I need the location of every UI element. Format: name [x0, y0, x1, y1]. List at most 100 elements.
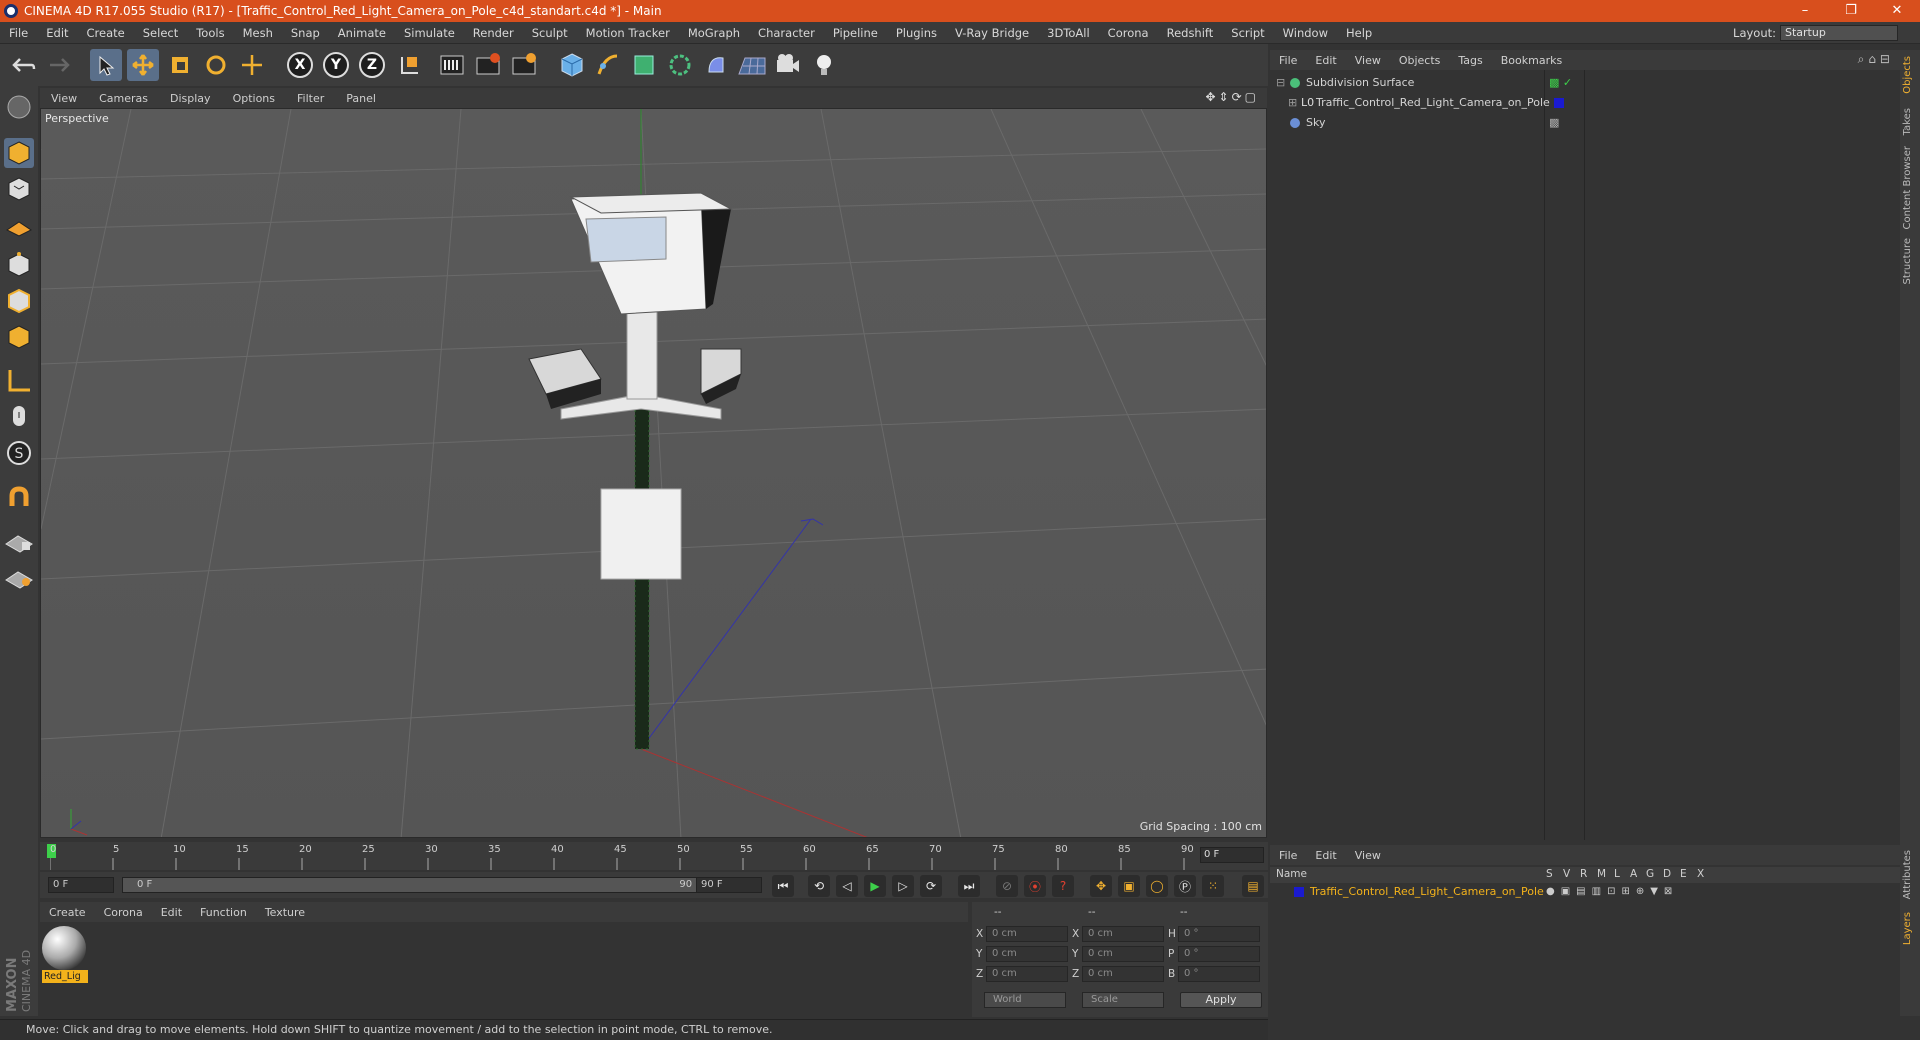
end-frame-field[interactable]: 90 F — [696, 877, 762, 893]
subdivision-icon[interactable] — [628, 49, 660, 81]
menu-window[interactable]: Window — [1274, 26, 1337, 40]
menu-3dtoall[interactable]: 3DToAll — [1038, 26, 1099, 40]
om-menu-tags[interactable]: Tags — [1449, 54, 1491, 67]
step-forward-icon[interactable]: ▷ — [892, 875, 914, 897]
render-view-icon[interactable] — [436, 49, 468, 81]
workplane-lock-icon[interactable] — [4, 526, 34, 556]
render-picture-viewer-icon[interactable] — [472, 49, 504, 81]
tab-content-browser[interactable]: Content Browser — [1902, 146, 1918, 229]
deformer-icon[interactable] — [700, 49, 732, 81]
tag-icon[interactable]: ▩ — [1549, 114, 1559, 132]
key-parameter-icon[interactable]: Ⓟ — [1174, 875, 1196, 897]
keyframe-selection-icon[interactable]: ⊘ — [996, 875, 1018, 897]
menu-plugins[interactable]: Plugins — [887, 26, 946, 40]
tab-attributes[interactable]: Attributes — [1902, 850, 1918, 899]
position-z-field[interactable]: 0 cm — [986, 966, 1068, 982]
model-mode-icon[interactable] — [4, 138, 34, 168]
tab-objects[interactable]: Objects — [1902, 56, 1918, 94]
key-pla-icon[interactable]: ⁙ — [1202, 875, 1224, 897]
goto-prev-key-icon[interactable]: ⟲ — [808, 875, 830, 897]
key-position-icon[interactable]: ✥ — [1090, 875, 1112, 897]
om-menu-edit[interactable]: Edit — [1306, 54, 1345, 67]
col-m[interactable]: M — [1597, 868, 1606, 880]
layer-color-swatch[interactable] — [1294, 887, 1304, 897]
scale-icon[interactable] — [164, 49, 196, 81]
polygons-mode-icon[interactable] — [4, 322, 34, 352]
menu-select[interactable]: Select — [134, 26, 187, 40]
make-editable-icon[interactable] — [4, 92, 34, 122]
apply-button[interactable]: Apply — [1180, 992, 1262, 1008]
om-menu-bookmarks[interactable]: Bookmarks — [1492, 54, 1571, 67]
material-menu-create[interactable]: Create — [40, 906, 95, 919]
size-z-field[interactable]: 0 cm — [1082, 966, 1164, 982]
menu-sculpt[interactable]: Sculpt — [523, 26, 577, 40]
edges-mode-icon[interactable] — [4, 286, 34, 316]
x-axis-icon[interactable]: X — [284, 49, 316, 81]
viewport-menu-filter[interactable]: Filter — [286, 92, 335, 105]
viewport-camera-label[interactable]: Perspective — [45, 112, 109, 125]
pen-icon[interactable] — [592, 49, 624, 81]
menu-motion-tracker[interactable]: Motion Tracker — [577, 26, 679, 40]
viewport-menu-display[interactable]: Display — [159, 92, 222, 105]
lm-menu-view[interactable]: View — [1346, 849, 1390, 862]
menu-character[interactable]: Character — [749, 26, 824, 40]
menu-mograph[interactable]: MoGraph — [679, 26, 749, 40]
menu-edit[interactable]: Edit — [37, 26, 77, 40]
layer-toggle-icons[interactable]: ●▣▤▥⊡⊞⊕▼⊠ — [1546, 883, 1678, 901]
layer-row[interactable]: Traffic_Control_Red_Light_Camera_on_Pole… — [1270, 883, 1900, 901]
restore-button[interactable]: ❐ — [1828, 0, 1874, 22]
preview-range-slider[interactable]: 0 F 90 F — [122, 877, 718, 893]
lm-menu-file[interactable]: File — [1270, 849, 1306, 862]
col-l[interactable]: L — [1614, 868, 1620, 880]
material-thumbnail[interactable] — [42, 926, 86, 970]
edit-render-settings-icon[interactable] — [508, 49, 540, 81]
floor-icon[interactable] — [736, 49, 768, 81]
viewport-menu-view[interactable]: View — [40, 92, 88, 105]
timeline-ruler[interactable]: 0 5 10 15 20 25 30 35 40 45 50 55 60 65 … — [40, 842, 1268, 870]
menu-simulate[interactable]: Simulate — [395, 26, 464, 40]
record-icon[interactable]: ⦿ — [1024, 875, 1046, 897]
material-name-label[interactable]: Red_Lig — [42, 970, 88, 983]
menu-file[interactable]: File — [0, 26, 37, 40]
array-icon[interactable] — [664, 49, 696, 81]
y-axis-icon[interactable]: Y — [320, 49, 352, 81]
workplane-mode-icon[interactable] — [4, 210, 34, 240]
select-arrow-icon[interactable] — [90, 49, 122, 81]
goto-start-icon[interactable]: ⏮ — [772, 875, 794, 897]
om-menu-file[interactable]: File — [1270, 54, 1306, 67]
light-icon[interactable] — [808, 49, 840, 81]
minimize-button[interactable]: – — [1782, 0, 1828, 22]
menu-snap[interactable]: Snap — [282, 26, 329, 40]
tab-structure[interactable]: Structure — [1902, 238, 1918, 285]
size-mode-dropdown[interactable]: Scale — [1082, 992, 1164, 1008]
viewport-menu-options[interactable]: Options — [222, 92, 286, 105]
snap-icon[interactable]: S — [4, 438, 34, 468]
expand-icon[interactable]: ⊞ — [1288, 94, 1297, 112]
menu-redshift[interactable]: Redshift — [1158, 26, 1223, 40]
current-frame-field[interactable]: 0 F — [1200, 847, 1264, 863]
col-name[interactable]: Name — [1276, 868, 1307, 880]
workplane-align-icon[interactable] — [4, 562, 34, 592]
col-v[interactable]: V — [1563, 868, 1570, 880]
material-menu-texture[interactable]: Texture — [256, 906, 314, 919]
col-a[interactable]: A — [1630, 868, 1637, 880]
menu-mesh[interactable]: Mesh — [234, 26, 282, 40]
col-s[interactable]: S — [1546, 868, 1553, 880]
rotation-h-field[interactable]: 0 ° — [1178, 926, 1260, 942]
menu-pipeline[interactable]: Pipeline — [824, 26, 887, 40]
key-rotation-icon[interactable]: ◯ — [1146, 875, 1168, 897]
visibility-check-icon[interactable]: ▩ ✓ — [1549, 74, 1572, 92]
tab-takes[interactable]: Takes — [1902, 108, 1918, 135]
material-menu-edit[interactable]: Edit — [152, 906, 191, 919]
col-d[interactable]: D — [1663, 868, 1671, 880]
om-search-home-icons[interactable]: ⌕⌂⊟ — [1858, 52, 1894, 67]
om-menu-view[interactable]: View — [1346, 54, 1390, 67]
viewport-nav-icons[interactable]: ✥⇕⟳▢ — [1205, 90, 1259, 104]
timeline-window-icon[interactable]: ▤ — [1242, 875, 1264, 897]
redo-icon[interactable] — [42, 49, 74, 81]
object-row[interactable]: ⊞ L0 Traffic_Control_Red_Light_Camera_on… — [1274, 94, 1894, 112]
object-row[interactable]: Sky ▩ — [1274, 114, 1894, 132]
enable-axis-icon[interactable] — [4, 366, 34, 396]
close-button[interactable]: ✕ — [1874, 0, 1920, 22]
col-g[interactable]: G — [1646, 868, 1654, 880]
